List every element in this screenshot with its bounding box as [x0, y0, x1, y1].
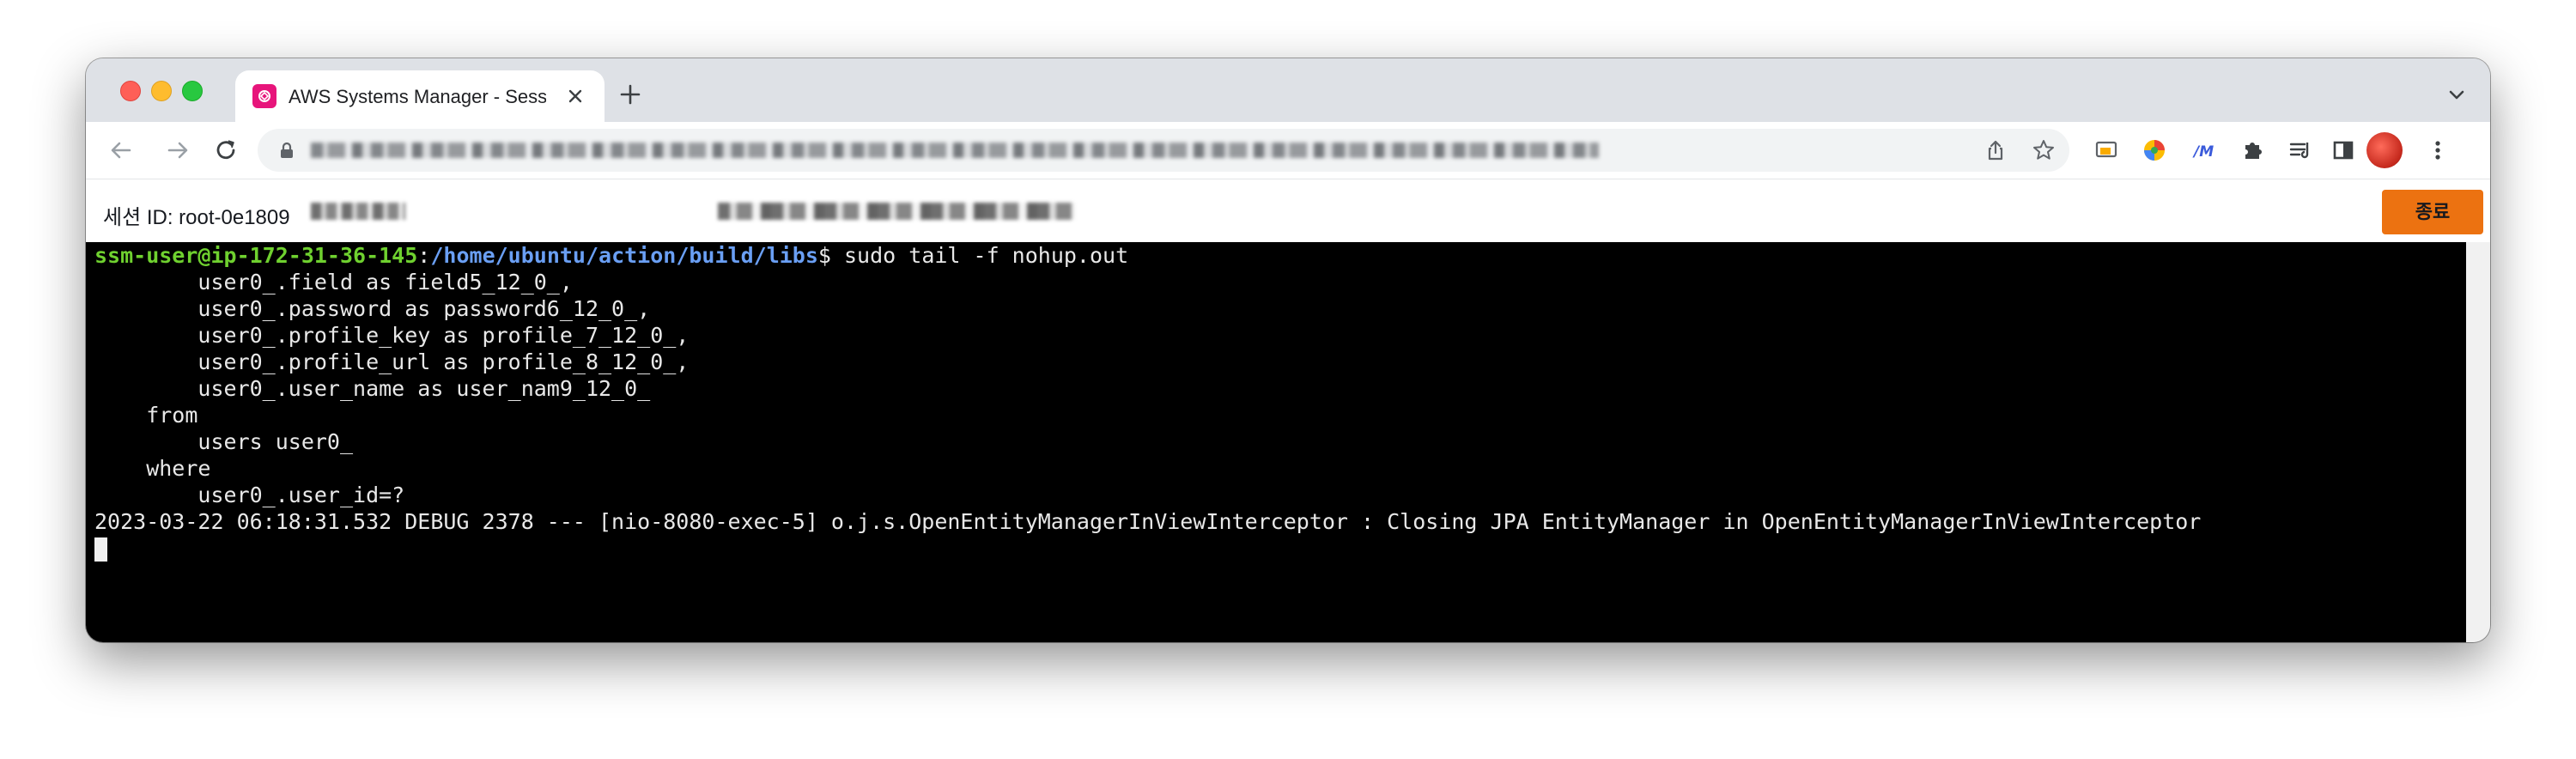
side-panel-icon[interactable]: [2329, 136, 2358, 165]
session-info-redacted: [718, 203, 1075, 220]
puzzle-icon[interactable]: [2238, 136, 2267, 165]
terminal-output[interactable]: ssm-user@ip-172-31-36-145:/home/ubuntu/a…: [86, 242, 2466, 642]
session-id-label: 세션 ID: root-0e1809: [103, 206, 290, 229]
close-window-button[interactable]: [120, 81, 141, 101]
tab-active[interactable]: AWS Systems Manager - Session Manager: [235, 70, 605, 122]
terminal-cursor: [94, 537, 107, 562]
terminal-line: user0_.profile_url as profile_8_12_0_,: [94, 349, 690, 374]
prompt-command: $ sudo tail -f nohup.out: [817, 243, 1129, 268]
zoom-window-button[interactable]: [182, 81, 203, 101]
terminal-line: where: [94, 456, 211, 481]
browser-toolbar: /M: [86, 122, 2490, 179]
terminal-line: 2023-03-22 06:18:31.532 DEBUG 2378 --- […: [94, 509, 2202, 534]
minimize-window-button[interactable]: [151, 81, 172, 101]
tab-title: AWS Systems Manager - Session Manager: [289, 86, 546, 107]
url-text-redacted: [311, 143, 1599, 158]
address-bar[interactable]: [258, 129, 2069, 172]
terminal-line: user0_.profile_key as profile_7_12_0_,: [94, 323, 690, 348]
chevron-down-icon[interactable]: [2445, 84, 2468, 106]
terminal-line: users user0_: [94, 429, 354, 454]
reload-icon[interactable]: [211, 136, 240, 165]
aws-systems-manager-icon: [252, 84, 276, 108]
terminal-scrollbar[interactable]: [2466, 242, 2490, 642]
terminal-line: user0_.user_id=?: [94, 483, 405, 507]
close-icon[interactable]: [562, 82, 589, 110]
terminal-cursor-line: [94, 535, 107, 562]
terminal-line: from: [94, 403, 198, 428]
terminal-line: user0_.field as field5_12_0_,: [94, 270, 573, 294]
session-header: 세션 ID: root-0e1809 종료: [86, 179, 2490, 243]
terminal-line: user0_.password as password6_12_0_,: [94, 296, 651, 321]
terminal-prompt-line: ssm-user@ip-172-31-36-145:/home/ubuntu/a…: [94, 242, 1128, 269]
prompt-separator: :: [417, 243, 431, 268]
arrow-left-icon[interactable]: [106, 136, 136, 165]
browser-window: AWS Systems Manager - Session Manager: [86, 58, 2490, 642]
share-icon[interactable]: [1984, 138, 2008, 162]
prompt-path: /home/ubuntu/action/build/libs: [430, 243, 818, 268]
prompt-user: ssm-user@ip-172-31-36-145: [94, 243, 418, 268]
translate-extension-icon[interactable]: /M: [2190, 136, 2219, 165]
tab-strip: AWS Systems Manager - Session Manager: [86, 58, 2490, 122]
arrow-right-icon[interactable]: [163, 136, 192, 165]
terminal-line: user0_.user_name as user_nam9_12_0_: [94, 376, 651, 401]
color-extension-icon[interactable]: [2140, 136, 2169, 165]
kebab-menu-icon[interactable]: [2423, 136, 2452, 165]
session-id-redacted: [311, 203, 405, 220]
avatar[interactable]: [2366, 132, 2403, 168]
lock-icon[interactable]: [276, 140, 297, 161]
svg-text:/M: /M: [2192, 143, 2214, 161]
reading-list-icon[interactable]: [2286, 136, 2315, 165]
terminate-session-button[interactable]: 종료: [2382, 190, 2483, 234]
cast-icon[interactable]: [2092, 136, 2121, 165]
star-icon[interactable]: [2032, 138, 2056, 162]
plus-icon[interactable]: [617, 81, 644, 108]
